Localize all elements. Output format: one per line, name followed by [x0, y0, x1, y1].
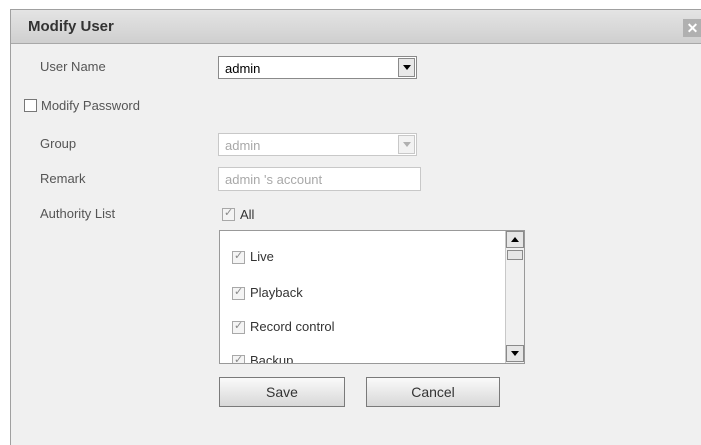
authority-listbox[interactable]: Live Playback Record control Backup — [219, 230, 525, 364]
authority-checkbox[interactable] — [232, 249, 245, 264]
vertical-scrollbar[interactable] — [505, 231, 524, 363]
authority-checkbox[interactable] — [232, 319, 245, 334]
user-name-value: admin — [225, 61, 261, 76]
authority-label: Backup — [250, 353, 294, 364]
cancel-button[interactable]: Cancel — [366, 377, 500, 407]
authority-checkbox[interactable] — [232, 285, 245, 300]
remark-input[interactable]: admin 's account — [218, 167, 421, 191]
scroll-down-icon[interactable] — [506, 345, 524, 362]
scroll-up-icon[interactable] — [506, 231, 524, 248]
group-value: admin — [225, 138, 261, 153]
user-name-select[interactable]: admin — [218, 56, 417, 79]
authority-label: Record control — [250, 319, 335, 334]
group-label: Group — [40, 136, 77, 151]
modify-password-checkbox[interactable] — [24, 99, 37, 112]
all-checkbox[interactable] — [222, 206, 235, 221]
all-label: All — [240, 207, 255, 222]
authority-label: Playback — [250, 285, 303, 300]
remark-value: admin 's account — [225, 172, 323, 187]
chevron-down-icon[interactable] — [398, 135, 415, 154]
modify-password-label: Modify Password — [41, 98, 140, 113]
authority-list-label: Authority List — [40, 206, 116, 221]
dialog-titlebar: Modify User ✕ — [11, 10, 701, 44]
remark-label: Remark — [40, 171, 86, 186]
save-button[interactable]: Save — [219, 377, 345, 407]
group-select[interactable]: admin — [218, 133, 417, 156]
authority-checkbox[interactable] — [232, 353, 245, 363]
chevron-down-icon[interactable] — [398, 58, 415, 77]
user-name-label: User Name — [40, 59, 106, 74]
close-icon[interactable]: ✕ — [683, 19, 701, 37]
scroll-thumb[interactable] — [507, 250, 523, 260]
authority-label: Live — [250, 249, 274, 264]
dialog-title: Modify User — [28, 18, 114, 35]
modify-user-dialog: Modify User ✕ User Name admin Modify Pas… — [10, 9, 701, 445]
